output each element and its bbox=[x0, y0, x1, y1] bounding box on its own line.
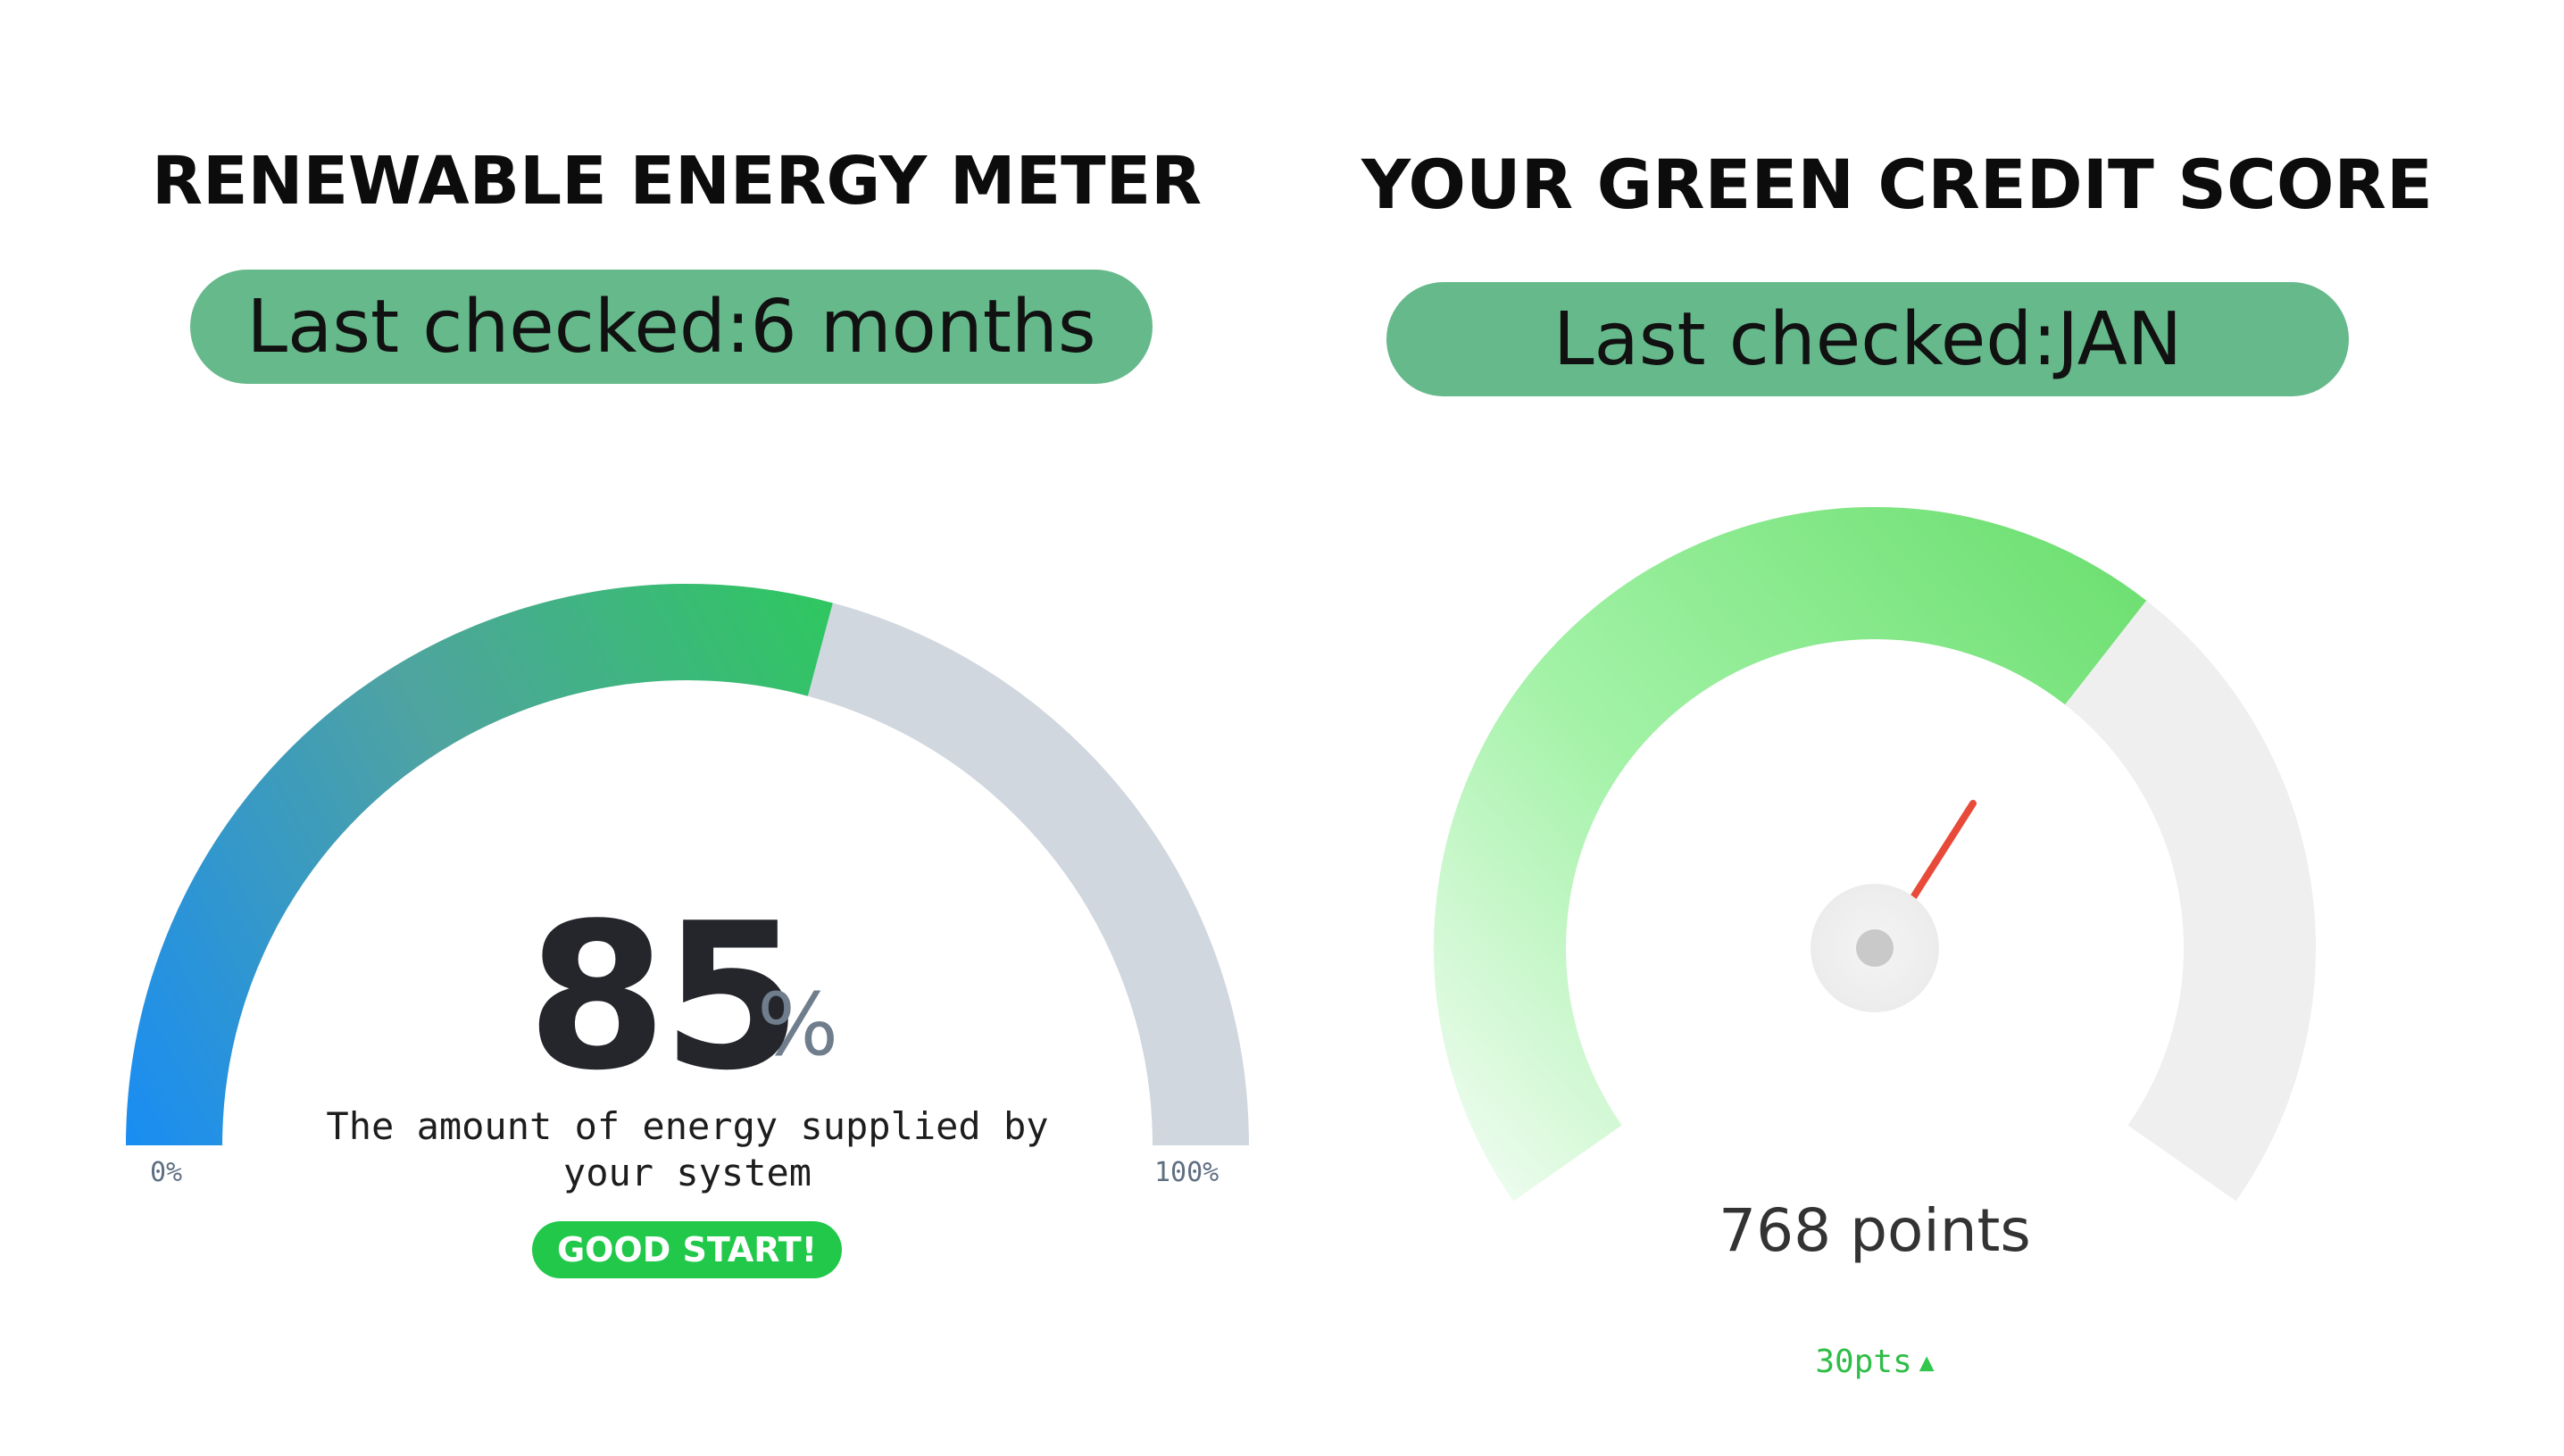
meter-min-label: 0% bbox=[150, 1157, 183, 1188]
credit-fill-arc bbox=[1434, 506, 2147, 1202]
credit-last-checked-pill: Last checked:JAN bbox=[1386, 282, 2349, 396]
meter-unit: % bbox=[757, 975, 839, 1075]
page: RENEWABLE ENERGY METER Last checked:6 mo… bbox=[0, 0, 2564, 1456]
credit-hub-center bbox=[1856, 929, 1894, 967]
credit-delta-value: 30pts bbox=[1815, 1343, 1912, 1380]
status-badge: GOOD START! bbox=[532, 1221, 842, 1278]
triangle-up-icon: ▲ bbox=[1919, 1346, 1935, 1377]
credit-needle bbox=[1907, 800, 1977, 905]
meter-description: The amount of energy supplied by your sy… bbox=[326, 1104, 1049, 1194]
green-credit-title: YOUR GREEN CREDIT SCORE bbox=[1361, 145, 2433, 224]
credit-delta: 30pts ▲ bbox=[1786, 1330, 1964, 1393]
credit-score: 768 points bbox=[1719, 1196, 2031, 1265]
meter-max-label: 100% bbox=[1154, 1157, 1220, 1188]
